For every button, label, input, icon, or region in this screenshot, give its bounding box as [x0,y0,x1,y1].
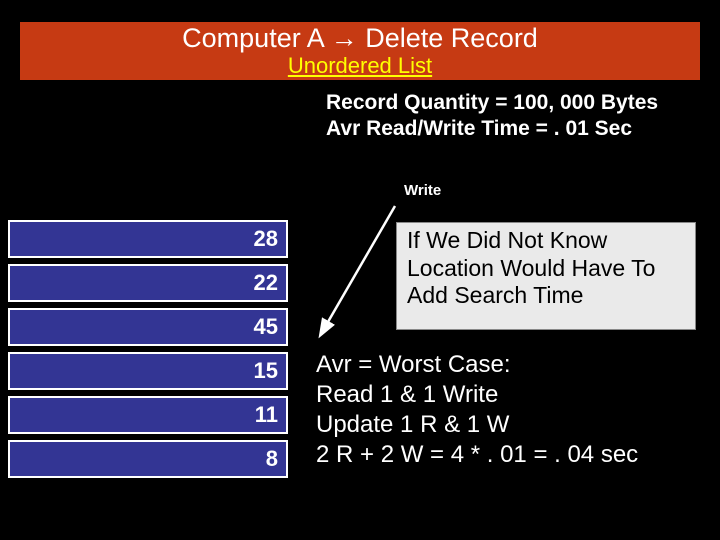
calc-line-4: 2 R + 2 W = 4 * . 01 = . 04 sec [316,440,638,470]
record-value: 28 [254,226,278,252]
record-value: 15 [254,358,278,384]
calc-line-3: Update 1 R & 1 W [316,410,638,440]
write-arrow-icon [313,202,403,342]
calculation-block: Avr = Worst Case: Read 1 & 1 Write Updat… [316,350,638,470]
slide-title: Computer A → Delete Record [20,22,700,54]
slide-subtitle: Unordered List [20,54,700,78]
record-value: 22 [254,270,278,296]
record-meta: Record Quantity = 100, 000 Bytes Avr Rea… [326,90,658,143]
slide-header: Computer A → Delete Record Unordered Lis… [20,22,700,80]
record-item: 11 [8,396,288,434]
meta-line-1: Record Quantity = 100, 000 Bytes [326,90,658,116]
record-item: 45 [8,308,288,346]
calc-line-1: Avr = Worst Case: [316,350,638,380]
record-item: 8 [8,440,288,478]
record-item: 22 [8,264,288,302]
record-value: 45 [254,314,278,340]
calc-line-2: Read 1 & 1 Write [316,380,638,410]
record-item: 28 [8,220,288,258]
record-value: 8 [266,446,278,472]
record-list: 28 22 45 15 11 8 [8,220,288,484]
write-label: Write [404,182,441,199]
record-item: 15 [8,352,288,390]
meta-line-2: Avr Read/Write Time = . 01 Sec [326,116,658,142]
note-callout: If We Did Not Know Location Would Have T… [396,222,696,330]
record-value: 11 [255,402,278,428]
